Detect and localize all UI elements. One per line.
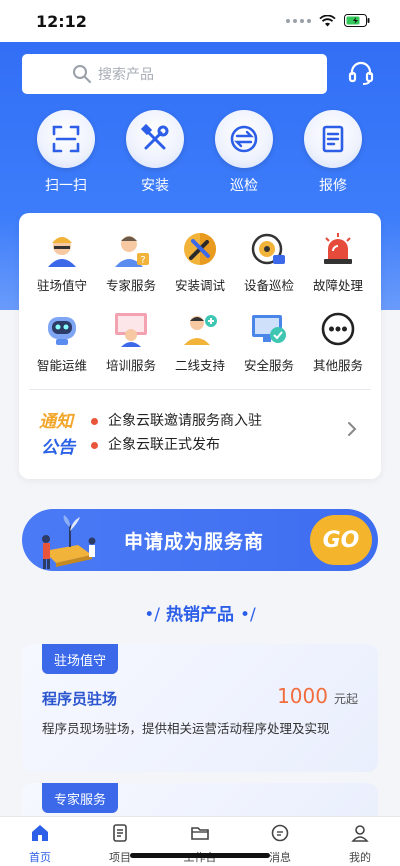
service-label: 设备巡检 [243, 278, 294, 293]
user-icon [351, 825, 369, 842]
search-placeholder: 搜索产品 [98, 67, 154, 83]
service-label: 培训服务 [105, 358, 156, 373]
notice-item[interactable]: 企象云联邀请服务商入驻 [91, 409, 262, 433]
service-training[interactable]: 培训服务 [95, 309, 167, 374]
notice-text: 企象云联正式发布 [108, 437, 220, 453]
service-label: 专家服务 [105, 278, 156, 293]
product-card[interactable]: 驻场值守 程序员驻场 1000 元起 程序员现场驻场，提供相关运营活动程序处理及… [22, 644, 378, 772]
notice-dot [91, 417, 98, 425]
service-other[interactable]: 其他服务 [302, 309, 374, 374]
support-icon [180, 309, 220, 349]
notice-text: 企象云联邀请服务商入驻 [108, 413, 262, 429]
services-card: 驻场值守 ? 专家服务 安装调试 设备巡检 故障处理 智能运维 培训服务 二线支… [19, 213, 381, 479]
service-expert[interactable]: ? 专家服务 [95, 229, 167, 294]
project-icon [113, 824, 127, 842]
product-desc: 程序员现场驻场，提供相关运营活动程序处理及实现 [42, 721, 330, 736]
quick-action-install[interactable]: 安装 [120, 110, 190, 195]
quick-action-label: 扫一扫 [45, 178, 87, 194]
price-value: 1000 [277, 684, 328, 708]
service-label: 安装调试 [174, 278, 225, 293]
tools-icon [126, 110, 184, 168]
notice-list[interactable]: 企象云联邀请服务商入驻 企象云联正式发布 [91, 409, 262, 457]
battery-icon [344, 14, 370, 27]
folder-icon [191, 827, 209, 840]
quick-action-report[interactable]: 报修 [298, 110, 368, 195]
signal-icon [286, 18, 311, 23]
hot-products-title: •/ 热销产品 •/ [0, 600, 400, 625]
chevron-right-icon[interactable] [347, 421, 357, 437]
notice-logo-line2: 公告 [41, 438, 75, 458]
search-bar[interactable]: 搜索产品 [22, 54, 327, 94]
become-provider-banner[interactable]: 申请成为服务商 GO [22, 509, 378, 571]
title-deco-right: •/ [240, 605, 256, 625]
scan-icon [37, 110, 95, 168]
quick-action-label: 报修 [319, 178, 347, 194]
service-install-debug[interactable]: 安装调试 [164, 229, 236, 294]
service-label: 驻场值守 [36, 278, 87, 293]
tab-bar: 首页 项目 工作台 消息 我的 [0, 816, 400, 866]
home-icon [32, 825, 48, 841]
notice-logo-line1: 通知 [39, 412, 73, 432]
onsite-guard-icon [42, 229, 82, 269]
svg-text:?: ? [140, 255, 145, 266]
tab-message[interactable]: 消息 [250, 823, 310, 865]
tab-label: 首页 [29, 851, 51, 864]
price-unit: 元起 [333, 692, 358, 706]
provider-illustration-icon [42, 515, 96, 569]
service-security[interactable]: 安全服务 [233, 309, 305, 374]
quick-action-label: 巡检 [230, 178, 258, 194]
alarm-icon [318, 229, 358, 269]
product-name: 程序员驻场 [42, 690, 118, 708]
quick-action-label: 安装 [141, 178, 169, 194]
go-button[interactable]: GO [310, 515, 372, 565]
notice-dot [91, 441, 98, 449]
training-icon [111, 309, 151, 349]
service-label: 其他服务 [312, 358, 363, 373]
title-deco-left: •/ [144, 605, 160, 625]
status-icons [286, 14, 370, 27]
service-second-line[interactable]: 二线支持 [164, 309, 236, 374]
notice-item[interactable]: 企象云联正式发布 [91, 433, 262, 457]
service-smart-ops[interactable]: 智能运维 [26, 309, 98, 374]
quick-action-inspect[interactable]: 巡检 [209, 110, 279, 195]
service-device-inspect[interactable]: 设备巡检 [233, 229, 305, 294]
expert-icon: ? [111, 229, 151, 269]
service-label: 二线支持 [174, 358, 225, 373]
quick-action-scan[interactable]: 扫一扫 [31, 110, 101, 195]
security-icon [249, 309, 289, 349]
wifi-icon [319, 14, 336, 26]
product-price: 1000 元起 [277, 684, 358, 708]
notice-logo: 通知 公告 [39, 409, 75, 461]
service-label: 故障处理 [312, 278, 363, 293]
headset-icon[interactable] [348, 60, 374, 86]
tab-workbench[interactable]: 工作台 [170, 823, 230, 865]
product-tag: 专家服务 [42, 783, 119, 813]
service-label: 安全服务 [243, 358, 294, 373]
service-label: 智能运维 [36, 358, 87, 373]
home-indicator [130, 853, 270, 858]
install-debug-icon [180, 229, 220, 269]
product-tag: 驻场值守 [42, 644, 119, 674]
tab-home[interactable]: 首页 [10, 823, 70, 865]
search-icon [73, 65, 91, 83]
device-inspect-icon [249, 229, 289, 269]
tab-project[interactable]: 项目 [90, 823, 150, 865]
status-bar: 12:12 [0, 0, 400, 42]
message-icon [271, 824, 289, 842]
service-onsite-guard[interactable]: 驻场值守 [26, 229, 98, 294]
more-icon [318, 309, 358, 349]
robot-icon [42, 309, 82, 349]
tab-mine[interactable]: 我的 [330, 823, 390, 865]
report-icon [304, 110, 362, 168]
service-fault[interactable]: 故障处理 [302, 229, 374, 294]
banner-text: 申请成为服务商 [124, 531, 265, 553]
section-title-text: 热销产品 [166, 605, 234, 625]
tab-label: 我的 [349, 851, 371, 864]
divider [29, 389, 371, 390]
status-time: 12:12 [36, 12, 87, 31]
exchange-icon [215, 110, 273, 168]
